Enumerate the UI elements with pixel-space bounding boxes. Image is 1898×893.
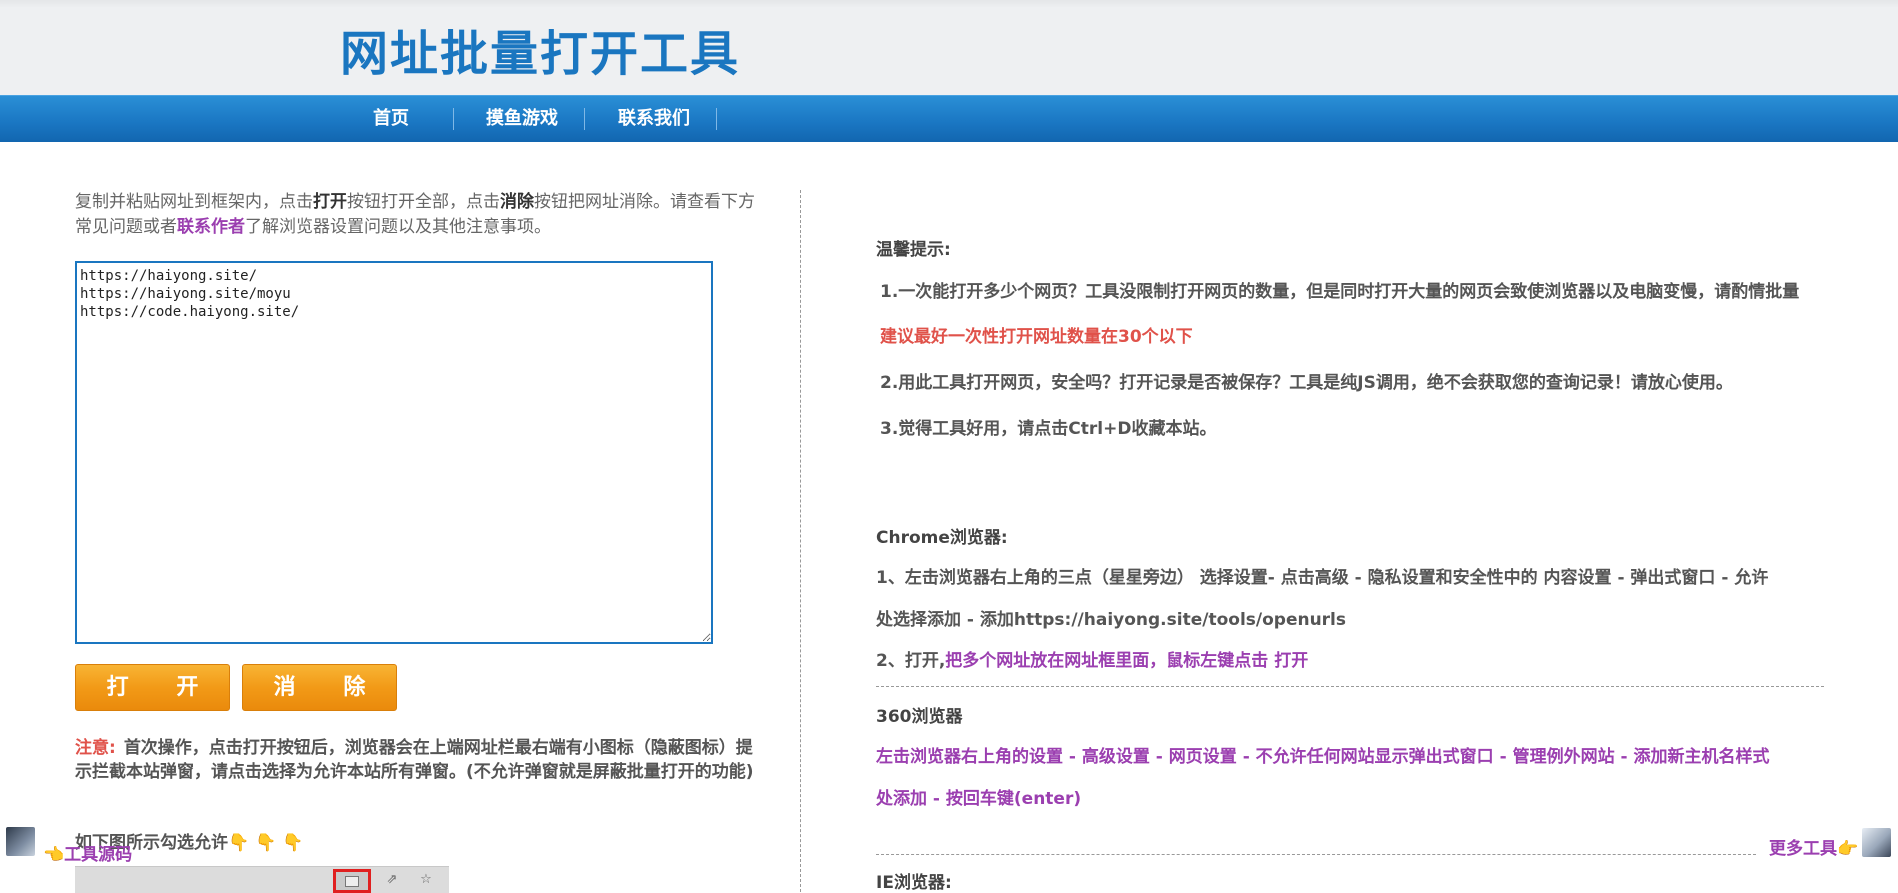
section-divider xyxy=(876,854,1756,855)
browser-screenshot-image: ⇗ ☆ xyxy=(75,866,449,893)
note-text: 首次操作，点击打开按钮后，浏览器会在上端网址栏最右端有小图标（隐蔽图标）提示拦截… xyxy=(75,738,754,782)
avatar xyxy=(6,827,35,856)
open-button-label: 打 开 xyxy=(106,675,219,700)
chrome-step-2-highlight: 把多个网址放在网址框里面，鼠标左键点击 打开 xyxy=(945,651,1309,671)
nav-separator xyxy=(716,108,717,130)
intro-segment: 了解浏览器设置问题以及其他注意事项。 xyxy=(245,217,551,237)
source-code-link[interactable]: 👈工具源码 xyxy=(43,840,132,865)
ie-heading: IE浏览器: xyxy=(876,873,952,893)
instructions-panel: 复制并粘贴网址到框架内，点击打开按钮打开全部，点击消除按钮把网址消除。请查看下方… xyxy=(75,190,755,240)
intro-open-keyword: 打开 xyxy=(313,192,347,212)
nav-separator xyxy=(453,108,454,130)
tips-heading: 温馨提示: xyxy=(876,240,951,260)
nav-item-home[interactable]: 首页 xyxy=(355,96,427,142)
tip-3: 3.觉得工具好用，请点击Ctrl+D收藏本站。 xyxy=(880,419,1217,439)
nav-separator xyxy=(584,108,585,130)
tip-2: 2.用此工具打开网页，安全吗？打开记录是否被保存？工具是纯JS调用，绝不会获取您… xyxy=(880,373,1733,393)
nav-item-games[interactable]: 摸鱼游戏 xyxy=(470,96,574,142)
avatar xyxy=(1862,828,1891,857)
intro-segment: 复制并粘贴网址到框架内，点击 xyxy=(75,192,313,212)
chrome-heading: Chrome浏览器: xyxy=(876,528,1008,548)
site-header: 网址批量打开工具 xyxy=(0,0,1898,95)
clear-button-label: 消 除 xyxy=(273,675,386,700)
intro-segment: 按钮打开全部，点击 xyxy=(347,192,500,212)
site-title[interactable]: 网址批量打开工具 xyxy=(340,14,740,84)
main-nav: 首页 摸鱼游戏 联系我们 xyxy=(0,95,1898,142)
share-icon: ⇗ xyxy=(386,872,398,887)
chrome-step-1b: 处选择添加 - 添加https://haiyong.site/tools/ope… xyxy=(876,610,1347,630)
url-input-textarea[interactable]: https://haiyong.site/ https://haiyong.si… xyxy=(75,261,713,644)
more-tools-badge[interactable]: 更多工具👉 xyxy=(1769,827,1893,861)
chrome-step-2-prefix: 2、打开, xyxy=(876,651,946,671)
b360-step-b: 处添加 - 按回车键(enter) xyxy=(876,789,1082,809)
note-label: 注意: xyxy=(75,738,116,758)
star-icon: ☆ xyxy=(420,872,432,887)
chrome-step-1a: 1、左击浏览器右上角的三点（星星旁边） 选择设置- 点击高级 - 隐私设置和安全… xyxy=(876,568,1769,588)
chrome-step-2: 2、打开,把多个网址放在网址框里面，鼠标左键点击 打开 xyxy=(876,646,1308,671)
b360-step-a: 左击浏览器右上角的设置 - 高级设置 - 网页设置 - 不允许任何网站显示弹出式… xyxy=(876,747,1770,767)
open-button[interactable]: 打 开 xyxy=(75,664,230,711)
intro-text: 复制并粘贴网址到框架内，点击打开按钮打开全部，点击消除按钮把网址消除。请查看下方… xyxy=(75,190,755,240)
clear-button[interactable]: 消 除 xyxy=(242,664,397,711)
section-divider xyxy=(876,686,1824,687)
contact-author-link[interactable]: 联系作者 xyxy=(177,217,245,237)
tip-1: 1.一次能打开多少个网页？工具没限制打开网页的数量，但是同时打开大量的网页会致使… xyxy=(880,282,1800,302)
tip-1-recommendation: 建议最好一次性打开网址数量在30个以下 xyxy=(880,327,1193,347)
source-code-badge[interactable]: 👈工具源码 xyxy=(6,827,146,865)
popup-blocked-icon xyxy=(345,876,359,887)
more-tools-link[interactable]: 更多工具👉 xyxy=(1769,834,1858,859)
column-divider xyxy=(800,190,801,892)
popup-blocked-icon-highlight xyxy=(333,869,371,893)
intro-clear-keyword: 消除 xyxy=(500,192,534,212)
b360-heading: 360浏览器 xyxy=(876,707,963,727)
popup-note: 注意: 首次操作，点击打开按钮后，浏览器会在上端网址栏最右端有小图标（隐蔽图标）提… xyxy=(75,736,755,784)
nav-item-contact[interactable]: 联系我们 xyxy=(600,96,708,142)
